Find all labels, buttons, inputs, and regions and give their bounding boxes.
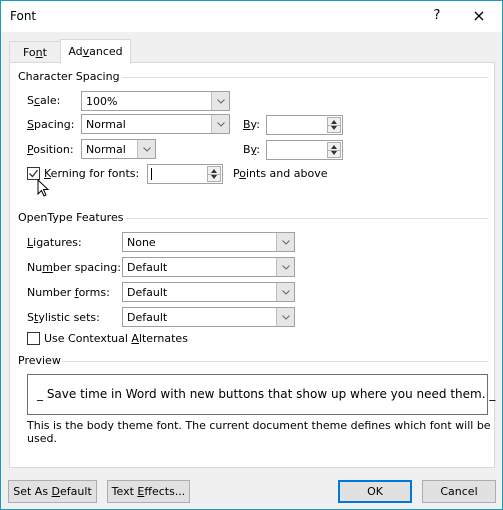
chevron-down-icon [276,283,294,301]
contextual-alternates-checkbox[interactable] [27,332,40,345]
spinner-arrows-icon[interactable] [207,166,221,182]
stylistic-sets-dropdown[interactable]: Default [122,307,295,327]
points-and-above-label: Points and above [233,167,328,180]
tab-advanced[interactable]: Advanced [60,39,131,64]
kerning-spinner[interactable] [147,164,223,184]
help-button[interactable]: ? [425,4,449,28]
spinner-arrows-icon[interactable] [327,117,341,133]
spinner-arrows-icon[interactable] [327,142,341,158]
chevron-down-icon [211,115,229,133]
kerning-label: Kerning for fonts: [44,167,140,180]
divider [62,361,488,362]
preview-note: This is the body theme font. The current… [27,419,491,445]
divider [122,77,488,78]
spacing-by-label: By: [243,118,260,131]
dialog-title: Font [10,9,37,23]
character-spacing-heading: Character Spacing [18,70,120,83]
divider [126,218,488,219]
spacing-dropdown[interactable]: Normal [81,114,230,134]
number-forms-dropdown[interactable]: Default [122,282,295,302]
chevron-down-icon [276,258,294,276]
scale-label: Scale: [27,94,61,107]
chevron-down-icon [137,140,155,158]
scale-dropdown[interactable]: 100% [81,91,230,111]
stylistic-sets-label: Stylistic sets: [27,311,100,324]
opentype-heading: OpenType Features [18,211,124,224]
ok-button[interactable]: OK [338,480,412,503]
position-by-label: By: [243,143,260,156]
text-effects-button[interactable]: Text Effects... [107,480,190,503]
position-dropdown[interactable]: Normal [81,139,156,159]
title-bar: Font ? × [1,1,502,32]
preview-heading: Preview [18,354,61,367]
set-as-default-button[interactable]: Set As Default [8,480,97,503]
cancel-button[interactable]: Cancel [422,480,496,503]
ligatures-label: Ligatures: [27,236,82,249]
chevron-down-icon [276,308,294,326]
chevron-down-icon [211,92,229,110]
mouse-pointer-icon [37,178,50,201]
chevron-down-icon [276,233,294,251]
spacing-by-spinner[interactable] [266,115,343,135]
font-dialog: Font ? × Font Advanced Character Spacing… [0,0,503,510]
spacing-label: Spacing: [27,118,75,131]
close-button[interactable]: × [467,4,491,28]
contextual-alternates-label: Use Contextual Alternates [44,332,188,345]
checkmark-icon [29,169,39,178]
position-by-spinner[interactable] [266,140,343,160]
text-caret [151,168,152,180]
number-spacing-label: Number spacing: [27,261,121,274]
preview-box: _ Save time in Word with new buttons tha… [27,374,495,415]
number-spacing-dropdown[interactable]: Default [122,257,295,277]
tab-font[interactable]: Font [9,41,61,63]
advanced-panel: Character Spacing Scale: 100% Spacing: N… [9,62,495,468]
preview-text: _ Save time in Word with new buttons tha… [37,387,496,401]
ligatures-dropdown[interactable]: None [122,232,295,252]
number-forms-label: Number forms: [27,286,110,299]
position-label: Position: [27,143,74,156]
